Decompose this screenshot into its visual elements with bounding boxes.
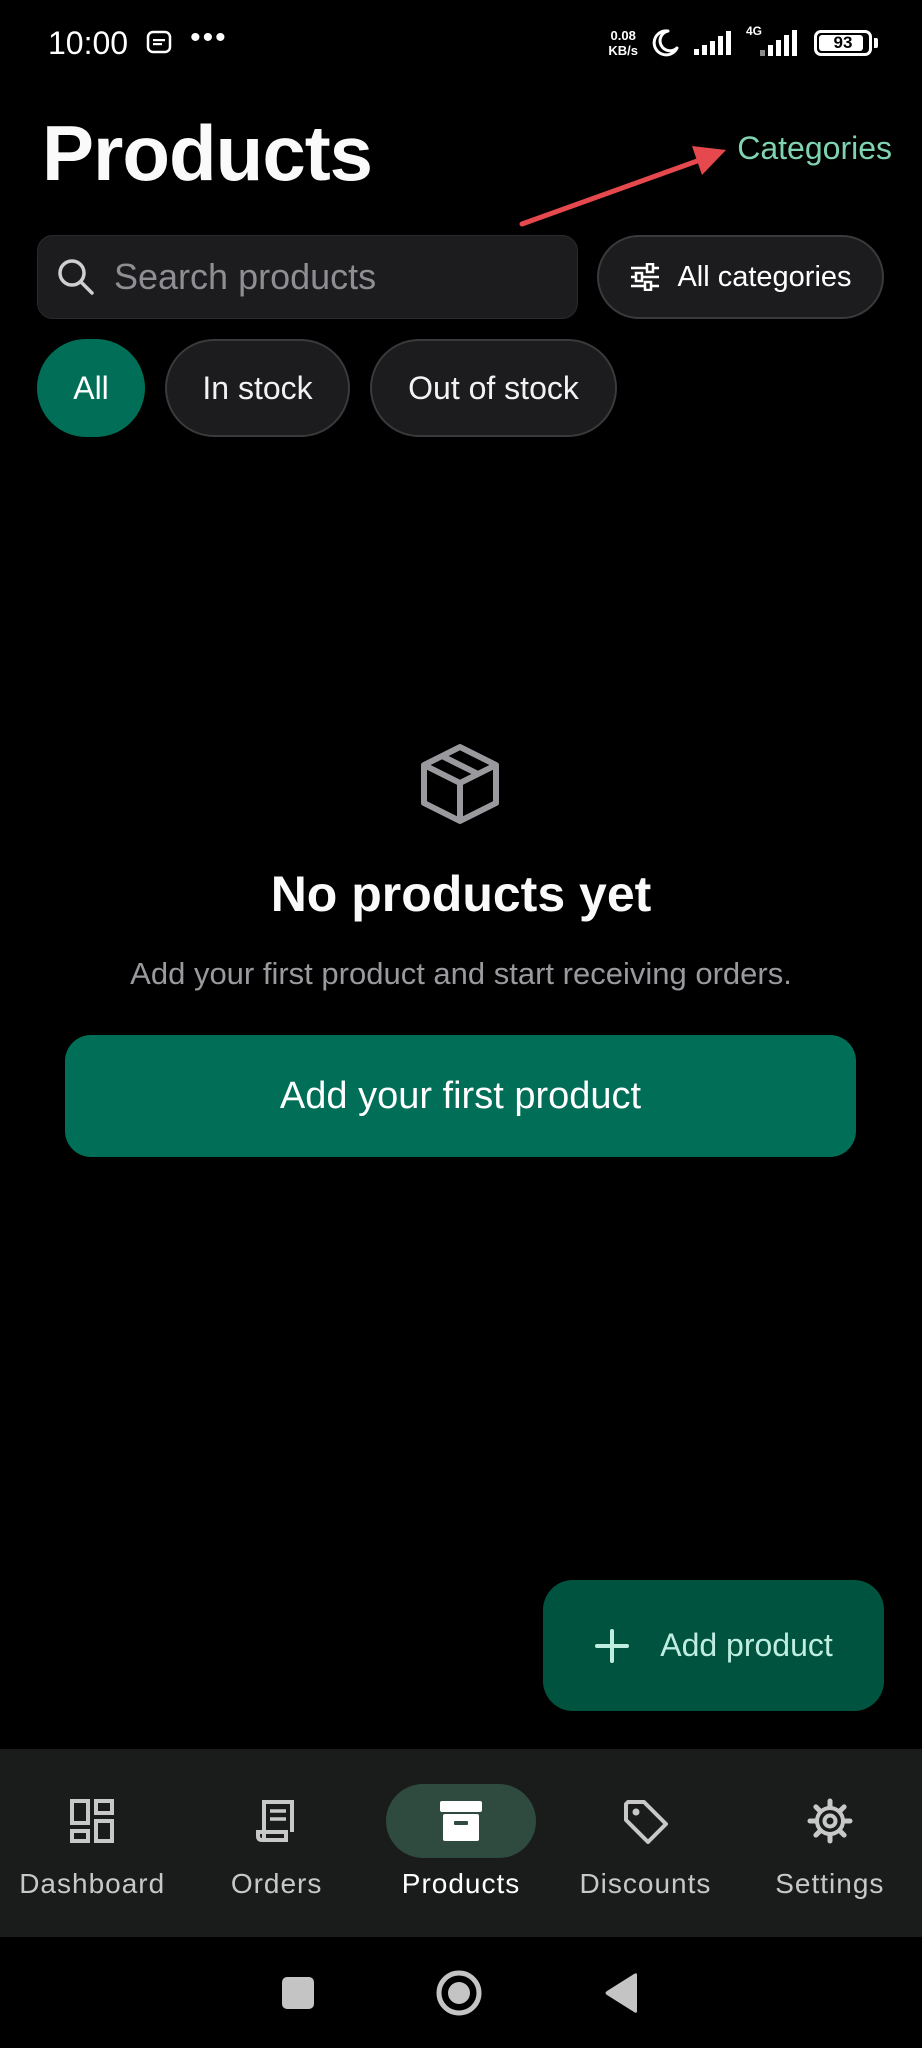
nav-label-discounts: Discounts <box>579 1868 712 1899</box>
empty-state-subtitle: Add your first product and start receivi… <box>130 956 792 991</box>
search-input[interactable] <box>114 256 554 298</box>
recent-apps-icon[interactable] <box>281 1976 315 2010</box>
status-left: 10:00 ••• <box>48 21 228 62</box>
status-bar: 10:00 ••• 0.08 KB/s 4G 93 <box>0 0 922 86</box>
box-icon <box>421 744 499 824</box>
system-nav-bar <box>0 1937 922 2048</box>
home-icon[interactable] <box>435 1969 483 2017</box>
dashboard-icon <box>70 1799 115 1843</box>
add-first-product-button[interactable]: Add your first product <box>65 1035 856 1157</box>
all-categories-label: All categories <box>677 260 852 293</box>
nav-icon-wrap-active <box>386 1784 537 1858</box>
nav-item-discounts[interactable]: Discounts <box>553 1749 737 1937</box>
back-icon[interactable] <box>603 1972 641 2014</box>
nav-icon-wrap <box>17 1784 167 1858</box>
battery-level: 93 <box>833 33 853 52</box>
receipt-icon <box>255 1800 294 1842</box>
battery-tip <box>874 38 878 48</box>
battery-icon: 93 <box>814 30 878 56</box>
signal-icon <box>694 31 731 55</box>
add-product-fab[interactable]: Add product <box>543 1580 884 1711</box>
signal-4g-icon: 4G <box>746 24 802 58</box>
gear-icon <box>807 1798 853 1844</box>
nav-item-orders[interactable]: Orders <box>184 1749 368 1937</box>
net-speed: 0.08 KB/s <box>608 28 638 58</box>
net-speed-unit: KB/s <box>608 43 638 58</box>
add-product-label: Add product <box>660 1627 833 1663</box>
nav-label-products: Products <box>401 1868 521 1899</box>
bottom-nav: Dashboard Orders Products Discounts Sett… <box>0 1749 922 1937</box>
nav-item-products[interactable]: Products <box>369 1749 553 1937</box>
archive-icon <box>440 1801 483 1841</box>
plus-icon <box>595 1628 630 1663</box>
nav-label-orders: Orders <box>230 1868 323 1899</box>
nav-label-settings: Settings <box>775 1868 885 1899</box>
chip-out-of-stock[interactable]: Out of stock <box>370 339 617 437</box>
nav-icon-wrap <box>202 1784 352 1858</box>
search-box[interactable] <box>37 235 578 319</box>
more-notifications-icon: ••• <box>190 21 228 54</box>
nav-item-settings[interactable]: Settings <box>738 1749 922 1937</box>
nav-item-dashboard[interactable]: Dashboard <box>0 1749 184 1937</box>
search-icon <box>58 259 94 295</box>
nav-label-dashboard: Dashboard <box>19 1868 166 1899</box>
net-speed-value: 0.08 <box>610 28 636 43</box>
battery-body: 93 <box>814 30 872 56</box>
moon-icon <box>652 29 679 57</box>
categories-link[interactable]: Categories <box>737 130 892 167</box>
status-time: 10:00 <box>48 24 129 61</box>
message-icon <box>146 30 172 54</box>
chip-all[interactable]: All <box>37 339 145 437</box>
nav-icon-wrap <box>570 1784 720 1858</box>
chip-in-stock[interactable]: In stock <box>165 339 350 437</box>
nav-icon-wrap <box>755 1784 905 1858</box>
sliders-icon <box>631 263 660 291</box>
tag-icon <box>624 1800 669 1844</box>
all-categories-button[interactable]: All categories <box>597 235 884 319</box>
empty-state-title: No products yet <box>270 866 652 922</box>
page-title: Products <box>42 109 373 197</box>
status-right: 0.08 KB/s 4G 93 <box>608 24 878 58</box>
